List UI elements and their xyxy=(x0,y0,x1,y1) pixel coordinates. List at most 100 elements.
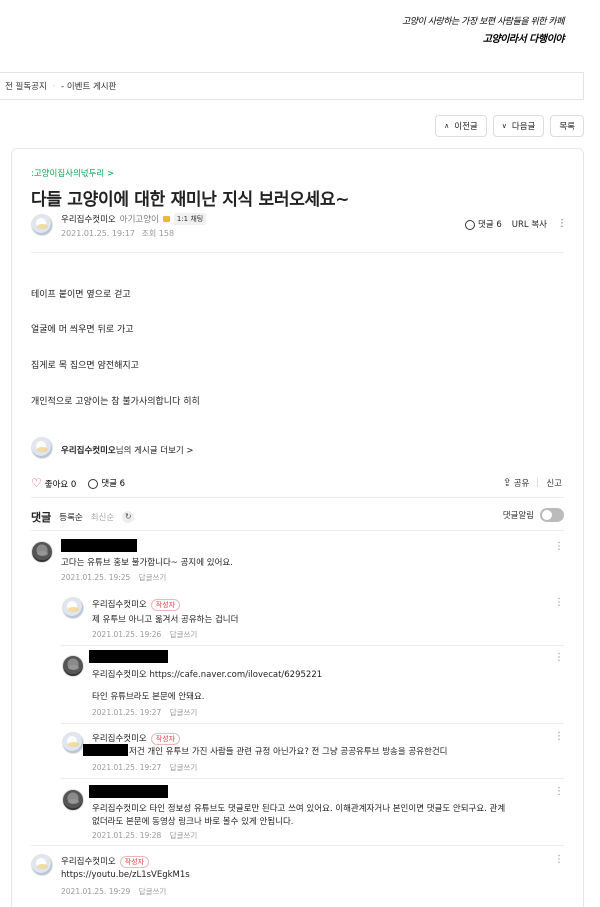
comment-date: 2021.01.25. 19:26 xyxy=(92,630,162,639)
comment-count-button[interactable]: 댓글 6 xyxy=(465,218,502,230)
comment-date: 2021.01.25. 19:27 xyxy=(92,763,162,772)
share-label: 공유 xyxy=(513,479,530,489)
chevron-up-icon: ∧ xyxy=(444,122,450,130)
comment-link[interactable]: https://cafe.naver.com/ilovecat/6295221 xyxy=(149,670,322,680)
commenter-name-text: 우리집수컷미오 xyxy=(61,857,116,867)
post-body-line: 테이프 붙이면 옆으로 걷고 xyxy=(31,290,131,300)
like-button[interactable]: ♡ 좋아요 0 xyxy=(31,476,76,490)
commenter-avatar[interactable] xyxy=(62,655,84,677)
comment-meta: 2021.01.25. 19:29 답글쓰기 xyxy=(61,886,166,897)
more-posts-author: 우리집수컷미오 xyxy=(61,446,116,456)
header-divider xyxy=(31,252,564,253)
divider xyxy=(537,478,539,487)
comment-link[interactable]: https://youtu.be/zL1sVEgkM1s xyxy=(61,870,190,880)
comment-date: 2021.01.25. 19:27 xyxy=(92,708,162,717)
next-post-button[interactable]: ∨ 다음글 xyxy=(492,115,545,137)
comments-divider xyxy=(31,530,564,531)
url-copy-button[interactable]: URL 복사 xyxy=(512,218,547,230)
comment-text: 고다는 유튜브 홍보 불가합니다~ 공지에 있어요. xyxy=(61,558,233,568)
sort-registered-tab[interactable]: 등록순 xyxy=(59,511,82,523)
post-body-line: 집게로 목 집으면 얌전해지고 xyxy=(31,361,139,371)
comment-options-icon[interactable]: ⋮ xyxy=(554,786,564,797)
reply-button[interactable]: 답글쓰기 xyxy=(170,763,198,772)
comment-text: 우리집수컷미오 https://cafe.naver.com/ilovecat/… xyxy=(92,668,322,680)
comment-divider xyxy=(61,723,564,724)
banner-slogan-line2: 고양이라서 다행이야 xyxy=(482,34,565,45)
comment-text: 저건 개인 유투브 가진 사람들 관련 규정 아닌가요? 전 그냥 공공유투브 … xyxy=(129,747,448,757)
more-posts-link[interactable]: 우리집수컷미오님의 게시글 더보기 > xyxy=(61,444,194,456)
comment-notify-label: 댓글알림 xyxy=(502,511,534,521)
report-button[interactable]: 신고 xyxy=(546,477,562,489)
commenter-avatar[interactable] xyxy=(31,541,53,563)
redacted-mention xyxy=(83,744,128,756)
commenter-name-text: 우리집수컷미오 xyxy=(92,600,147,610)
comment-text-line: 타인 정보성 유튜브도 댓글로만 된다고 쓰여 있어요. 이해관계자거나 본인이… xyxy=(149,804,506,814)
comments-title: 댓글 xyxy=(31,511,52,524)
writer-badge: 작성자 xyxy=(150,733,181,745)
list-button[interactable]: 목록 xyxy=(550,115,584,137)
reply-button[interactable]: 답글쓰기 xyxy=(170,630,198,639)
reply-button[interactable]: 답글쓰기 xyxy=(170,708,198,717)
reaction-bar: ♡ 좋아요 0 댓글 6 xyxy=(31,476,125,490)
commenter-avatar[interactable] xyxy=(62,732,84,754)
share-button[interactable]: ⇪ 공유 xyxy=(503,476,530,489)
breadcrumb-item-notice[interactable]: 전 필독공지 xyxy=(5,80,47,92)
breadcrumb: 전 필독공지 · - 이벤트 게시판 xyxy=(0,72,584,100)
comment-options-icon[interactable]: ⋮ xyxy=(554,731,564,742)
author-avatar[interactable] xyxy=(31,437,53,459)
chevron-down-icon: ∨ xyxy=(501,122,507,130)
share-bar: ⇪ 공유 신고 xyxy=(503,476,563,489)
comment-text: 타인 유튜브라도 본문에 안돼요. xyxy=(92,692,205,702)
post-views: 조회 158 xyxy=(141,229,175,238)
reply-button[interactable]: 답글쓰기 xyxy=(139,573,167,582)
post-date: 2021.01.25. 19:17 xyxy=(61,229,135,238)
comment-text: 우리집수컷미오 타인 정보성 유튜브도 댓글로만 된다고 쓰여 있어요. 이해관… xyxy=(92,802,505,814)
comment-meta: 2021.01.25. 19:28 답글쓰기 xyxy=(92,830,197,841)
commenter-avatar[interactable] xyxy=(31,854,53,876)
chat-button[interactable]: 1:1 채팅 xyxy=(173,213,207,225)
mention-name[interactable]: 우리집수컷미오 xyxy=(92,804,147,814)
breadcrumb-separator: · xyxy=(52,82,56,90)
comment-options-icon[interactable]: ⋮ xyxy=(554,597,564,608)
author-avatar[interactable] xyxy=(31,214,53,236)
more-options-icon[interactable]: ⋮ xyxy=(557,219,567,229)
author-name[interactable]: 우리집수컷미오 xyxy=(61,213,116,225)
board-link[interactable]: :고양이집사의넋두리 > xyxy=(31,167,114,179)
refresh-icon[interactable]: ↻ xyxy=(122,511,135,523)
like-label: 좋아요 0 xyxy=(44,480,77,490)
comment-notify-toggle[interactable] xyxy=(540,508,564,522)
more-posts-suffix: 님의 게시글 더보기 > xyxy=(115,446,194,456)
post-title: 다들 고양이에 대한 재미난 지식 보러오세요~ xyxy=(31,190,350,210)
comment-button[interactable]: 댓글 6 xyxy=(88,477,125,489)
comment-divider xyxy=(61,778,564,779)
redacted-name xyxy=(89,785,168,798)
commenter-name[interactable]: 우리집수컷미오 작성자 xyxy=(61,855,150,868)
comment-options-icon[interactable]: ⋮ xyxy=(554,652,564,663)
post-body-line: 얼굴에 머 씌우면 뒤로 가고 xyxy=(31,325,134,335)
prev-post-button[interactable]: ∧ 이전글 xyxy=(435,115,487,137)
comment-divider xyxy=(61,645,564,646)
comment-options-icon[interactable]: ⋮ xyxy=(554,854,564,865)
comment-divider xyxy=(31,845,564,846)
post-actions: 댓글 6 URL 복사 ⋮ xyxy=(465,218,567,230)
heart-icon: ♡ xyxy=(31,476,42,490)
comment-bubble-icon xyxy=(88,478,99,489)
redacted-name xyxy=(89,650,168,663)
comment-date: 2021.01.25. 19:25 xyxy=(61,573,131,582)
commenter-avatar[interactable] xyxy=(62,789,84,811)
mention-name[interactable]: 우리집수컷미오 xyxy=(92,670,147,680)
sort-latest-tab[interactable]: 최신순 xyxy=(91,511,114,523)
reply-button[interactable]: 답글쓰기 xyxy=(139,887,167,896)
writer-badge: 작성자 xyxy=(119,856,150,868)
reply-button[interactable]: 답글쓰기 xyxy=(170,831,198,840)
commenter-avatar[interactable] xyxy=(62,597,84,619)
breadcrumb-item-event-board[interactable]: - 이벤트 게시판 xyxy=(61,80,116,92)
comment-options-icon[interactable]: ⋮ xyxy=(554,541,564,552)
commenter-name[interactable]: 우리집수컷미오 작성자 xyxy=(92,598,181,611)
commenter-name-text: 우리집수컷미오 xyxy=(92,734,147,744)
level-icon xyxy=(162,216,170,222)
comment-count-label: 댓글 6 xyxy=(478,220,502,230)
comment-date: 2021.01.25. 19:28 xyxy=(92,831,162,840)
comment-text: 없더라도 본문에 동영상 링크나 바로 볼수 있게 안됩니다. xyxy=(92,817,294,827)
author-info: 우리집수컷미오 아기고양이 1:1 채팅 xyxy=(61,213,207,225)
